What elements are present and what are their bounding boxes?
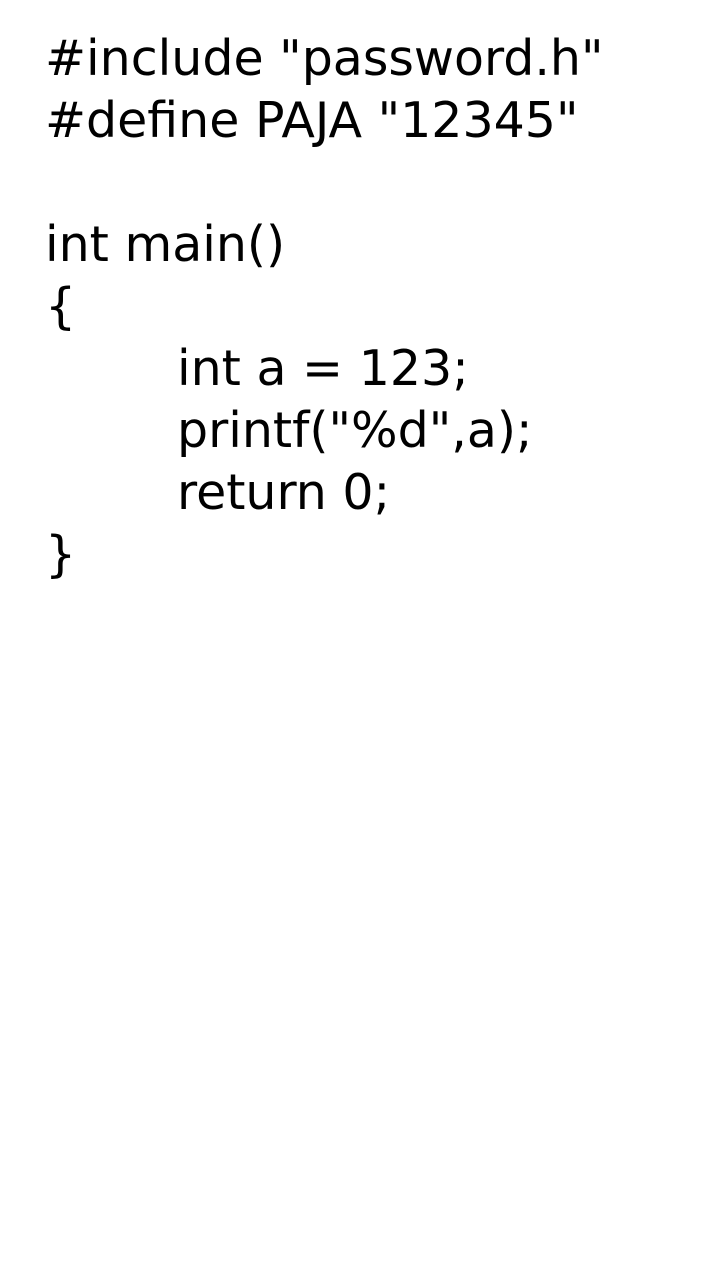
define-directive-line: #define PAJA "12345": [45, 92, 579, 149]
include-directive-line: #include "password.h": [45, 30, 604, 87]
close-brace-line: }: [45, 526, 77, 583]
main-function-signature-line: int main(): [45, 216, 286, 273]
open-brace-line: {: [45, 278, 77, 335]
variable-declaration-line: int a = 123;: [177, 340, 469, 397]
return-statement-line: return 0;: [177, 464, 391, 521]
printf-call-line: printf("%d",a);: [177, 402, 533, 459]
code-block: #include "password.h" #define PAJA "1234…: [45, 28, 700, 586]
